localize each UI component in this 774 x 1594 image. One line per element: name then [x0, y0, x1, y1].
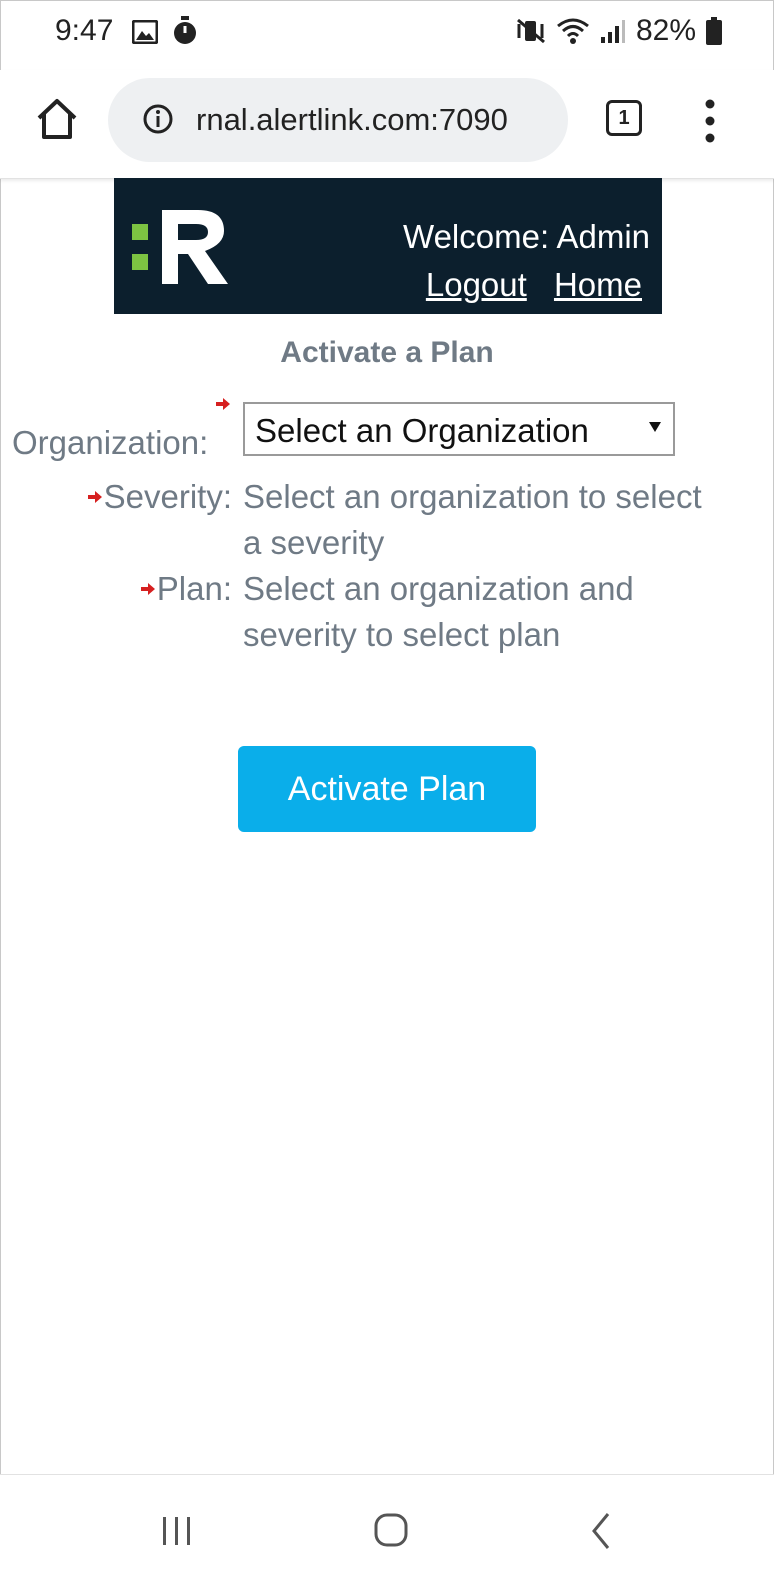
- battery-percent: 82%: [635, 14, 696, 47]
- dropdown-caret-icon[interactable]: [649, 422, 661, 432]
- required-arrow-icon: [216, 398, 230, 410]
- system-home-icon[interactable]: [374, 1513, 408, 1547]
- info-icon[interactable]: [142, 103, 174, 135]
- activate-plan-button[interactable]: Activate Plan: [238, 746, 536, 832]
- required-arrow-icon: [140, 583, 155, 595]
- severity-hint: Select an organization to select a sever…: [243, 478, 702, 561]
- back-icon[interactable]: [590, 1511, 612, 1551]
- recent-apps-icon[interactable]: [160, 1515, 194, 1547]
- address-bar[interactable]: rnal.alertlink.com:7090: [108, 78, 568, 162]
- timer-icon: [174, 16, 196, 44]
- header-links: Logout Home: [408, 266, 642, 304]
- severity-label: Severity:: [103, 478, 232, 515]
- logout-link[interactable]: Logout: [426, 266, 527, 303]
- tab-switcher-button[interactable]: 1: [606, 100, 642, 136]
- browser-home-icon[interactable]: [34, 96, 80, 142]
- gallery-icon: [132, 20, 158, 44]
- more-menu-icon[interactable]: [700, 96, 720, 146]
- battery-icon: [706, 17, 722, 45]
- home-link[interactable]: Home: [554, 266, 642, 303]
- organization-select-value[interactable]: Select an Organization: [255, 412, 589, 450]
- organization-select[interactable]: Select an Organization: [243, 402, 675, 456]
- brand-logo: [132, 210, 228, 284]
- browser-toolbar: rnal.alertlink.com:7090 1: [0, 70, 774, 179]
- status-time: 9:47: [55, 14, 114, 47]
- welcome-text: Welcome: Admin: [403, 218, 650, 255]
- url-text[interactable]: rnal.alertlink.com:7090: [196, 102, 508, 138]
- severity-label-group: Severity:: [87, 478, 232, 516]
- page-title: Activate a Plan: [280, 336, 494, 369]
- required-arrow-icon: [87, 491, 102, 503]
- vibrate-mute-icon: [516, 18, 545, 44]
- system-nav-bar: [0, 1474, 774, 1594]
- signal-icon: [600, 20, 625, 43]
- wifi-icon: [557, 18, 589, 44]
- status-right-group: 82%: [516, 14, 722, 48]
- plan-hint: Select an organization and severity to s…: [243, 570, 634, 653]
- organization-label: Organization:: [12, 424, 209, 461]
- plan-label: Plan:: [156, 570, 232, 607]
- status-bar: 9:47 82%: [0, 0, 774, 70]
- plan-label-group: Plan:: [140, 570, 232, 608]
- site-header: Welcome: Admin Logout Home: [114, 178, 662, 314]
